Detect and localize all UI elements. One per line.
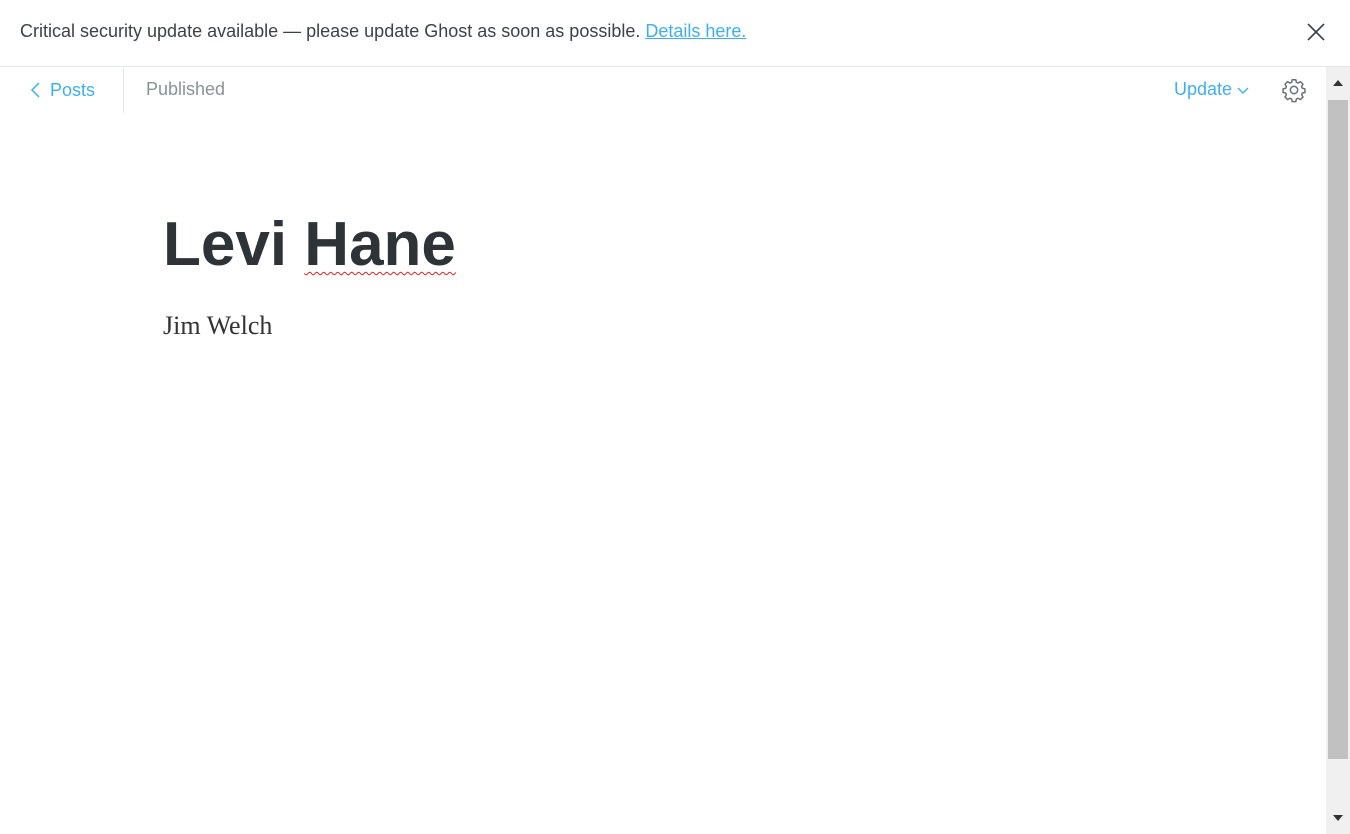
scrollbar-thumb[interactable]: [1328, 100, 1348, 759]
chevron-down-icon: [1237, 87, 1249, 94]
update-button[interactable]: Update: [1174, 79, 1249, 100]
post-title-second-word: Hane: [304, 210, 456, 279]
post-editor: Posts Published Update Levi Hane Jim Wel…: [0, 67, 1326, 834]
vertical-scrollbar[interactable]: [1326, 67, 1350, 834]
post-title-first-word: Levi: [163, 210, 288, 279]
gear-icon[interactable]: [1281, 77, 1307, 103]
details-link[interactable]: Details here.: [645, 21, 746, 41]
back-to-posts-link[interactable]: Posts: [30, 67, 95, 113]
post-status: Published: [146, 79, 226, 99]
post-title[interactable]: Levi Hane: [163, 209, 456, 280]
scroll-up-arrow-icon[interactable]: [1326, 67, 1350, 99]
security-update-banner: Critical security update available — ple…: [0, 0, 1350, 67]
back-label: Posts: [50, 79, 96, 100]
banner-message: Critical security update available — ple…: [20, 21, 746, 42]
post-body[interactable]: Jim Welch: [163, 311, 272, 341]
chevron-left-icon: [30, 82, 40, 98]
update-label: Update: [1174, 79, 1233, 99]
header-divider: [123, 67, 124, 113]
close-icon[interactable]: [1303, 19, 1329, 45]
scroll-down-arrow-icon[interactable]: [1326, 802, 1350, 834]
banner-message-text: Critical security update available — ple…: [20, 21, 646, 41]
